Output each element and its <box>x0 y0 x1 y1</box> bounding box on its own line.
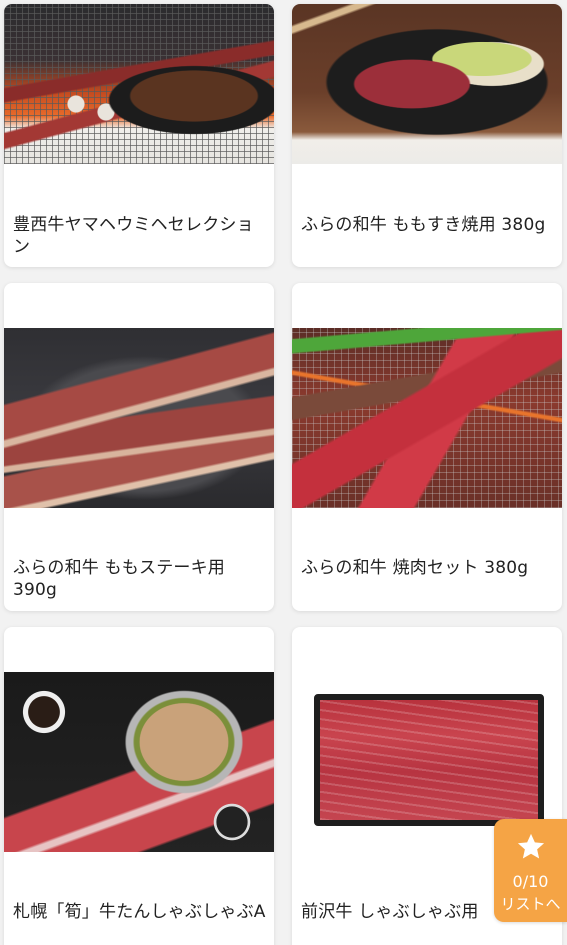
list-count: 0/10 <box>512 872 549 891</box>
product-title: ふらの和牛 ももステーキ用 390g <box>13 558 226 600</box>
star-icon <box>517 833 544 859</box>
product-title: 豊西牛ヤマヘウミヘセレクション <box>13 215 254 257</box>
shabu-hotpot-photo <box>4 672 274 852</box>
yakiniku-photo <box>292 328 562 508</box>
saved-list-button[interactable]: 0/10 リストへ <box>494 819 567 922</box>
product-card[interactable]: 札幌「筍」牛たんしゃぶしゃぶA <box>4 627 274 945</box>
product-grid-page: 豊西牛ヤマヘウミヘセレクション ふらの和牛 ももすき焼用 380g ふらの和牛 … <box>0 0 567 945</box>
sukiyaki-photo <box>292 4 562 164</box>
steak-photo <box>4 328 274 508</box>
product-card[interactable]: 豊西牛ヤマヘウミヘセレクション <box>4 4 274 267</box>
product-title: ふらの和牛 ももすき焼用 380g <box>301 215 546 235</box>
beef-tray <box>314 694 544 826</box>
grill-photo <box>4 4 274 164</box>
product-title: ふらの和牛 焼肉セット 380g <box>301 558 529 578</box>
product-card[interactable]: ふらの和牛 ももすき焼用 380g <box>292 4 562 267</box>
product-title: 札幌「筍」牛たんしゃぶしゃぶA <box>13 902 266 922</box>
list-label: リストへ <box>500 895 561 913</box>
product-card[interactable]: ふらの和牛 ももステーキ用 390g <box>4 283 274 611</box>
product-card[interactable]: ふらの和牛 焼肉セット 380g <box>292 283 562 611</box>
